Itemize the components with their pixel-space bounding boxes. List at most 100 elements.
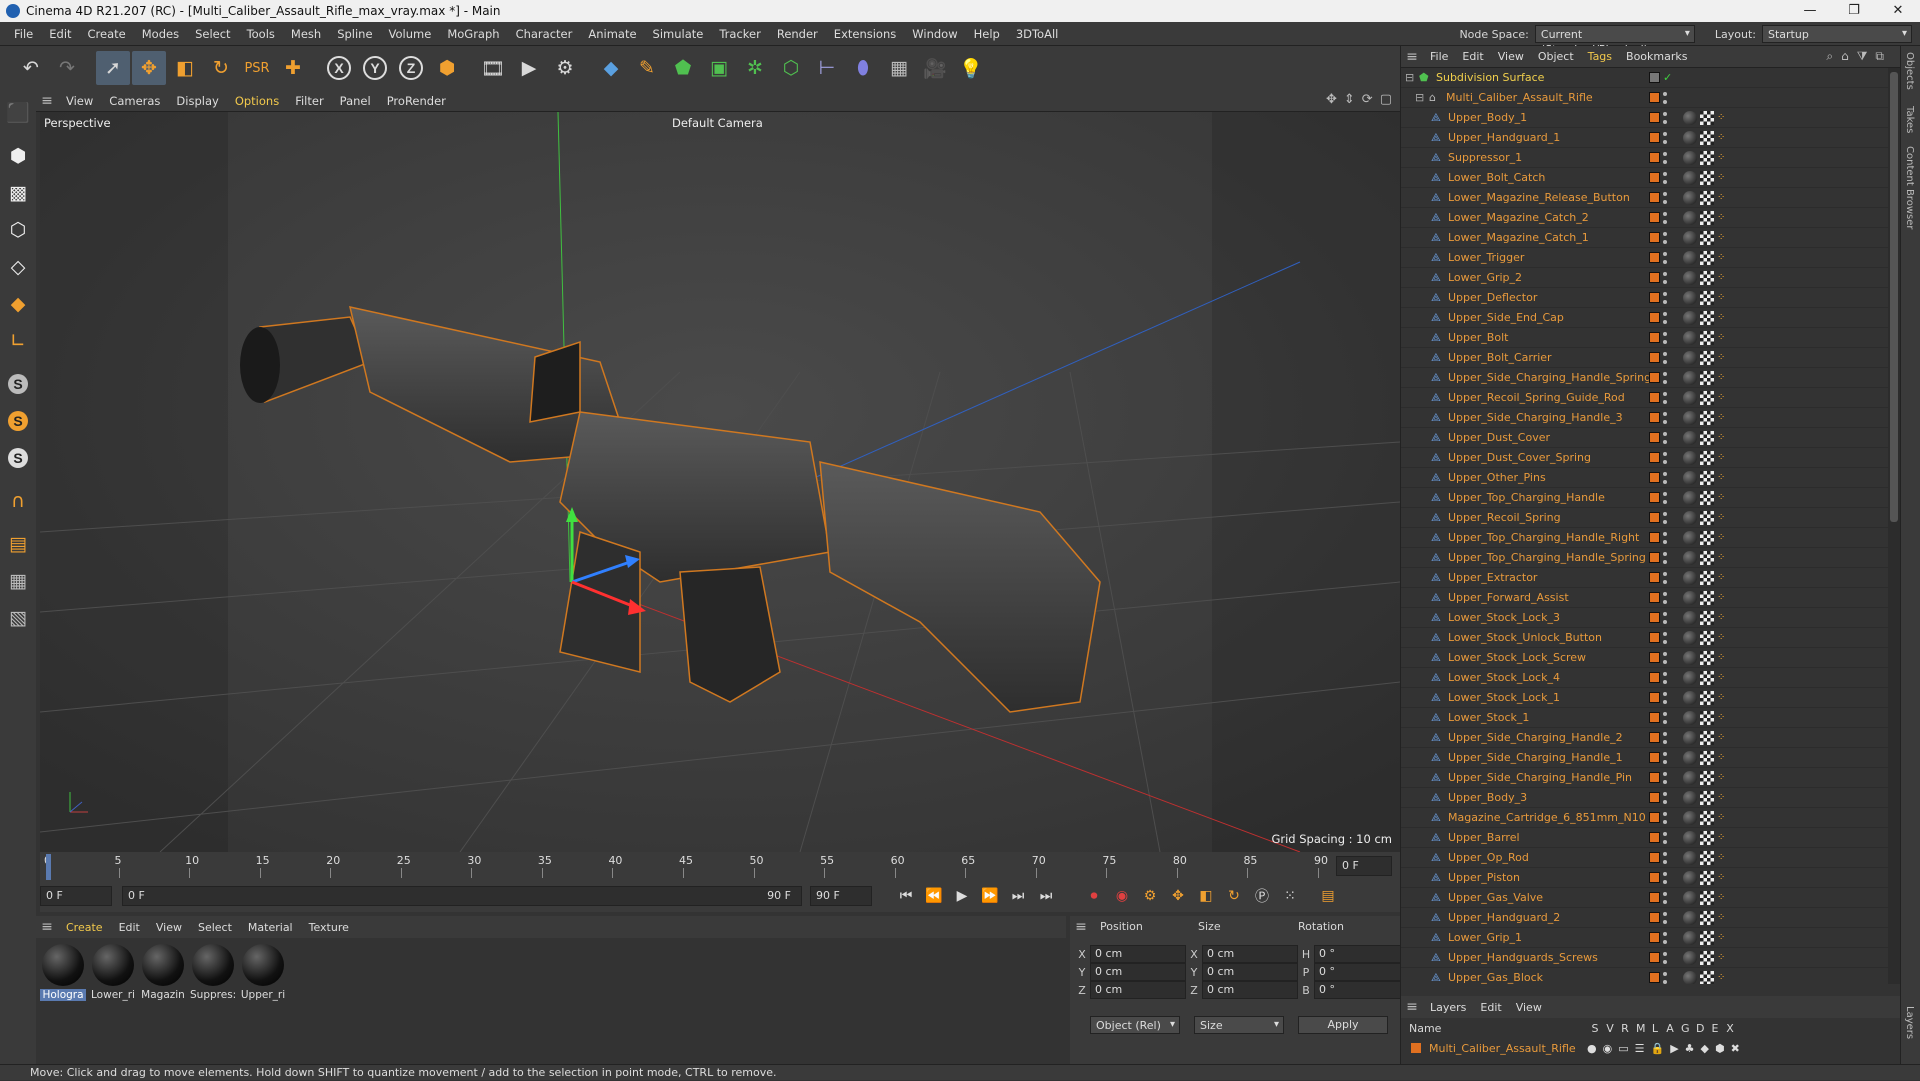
visibility-dots[interactable] (1663, 451, 1667, 464)
texture-tag-icon[interactable] (1700, 590, 1714, 605)
object-menu-bookmarks[interactable]: Bookmarks (1619, 50, 1694, 63)
tree-row[interactable]: ⟁ Upper_Recoil_Spring ⁘ (1401, 508, 1889, 528)
layer-swatch[interactable] (1649, 492, 1660, 503)
layer-swatch[interactable] (1649, 832, 1660, 843)
texture-tag-icon[interactable] (1700, 750, 1714, 765)
layer-color-swatch[interactable] (1411, 1043, 1421, 1053)
selection-tag-icon[interactable]: ⁘ (1717, 431, 1727, 445)
preview-range-slider[interactable]: 0 F 90 F (122, 886, 802, 906)
move-icon[interactable]: ✥ (132, 51, 166, 85)
material-tag-icon[interactable] (1683, 810, 1697, 825)
selection-tag-icon[interactable]: ⁘ (1717, 491, 1727, 505)
material-tag-icon[interactable] (1683, 350, 1697, 365)
tree-row[interactable]: ⟁ Lower_Stock_Lock_Screw ⁘ (1401, 648, 1889, 668)
select-arrow-icon[interactable]: ➚ (96, 51, 130, 85)
texture-tag-icon[interactable] (1700, 730, 1714, 745)
light-icon[interactable]: 💡 (954, 51, 988, 85)
viewport-menu-display[interactable]: Display (168, 94, 226, 108)
layer-swatch[interactable] (1649, 872, 1660, 883)
visibility-dots[interactable] (1663, 631, 1667, 644)
layer-swatch[interactable] (1649, 472, 1660, 483)
tree-row[interactable]: ⟁ Upper_Piston ⁘ (1401, 868, 1889, 888)
material-swatch[interactable]: Upper_ri (240, 944, 286, 1001)
rotation-field[interactable]: 0 ° (1314, 963, 1410, 981)
menu-item-create[interactable]: Create (80, 27, 134, 41)
texture-tag-icon[interactable] (1700, 170, 1714, 185)
tree-row[interactable]: ⟁ Lower_Stock_Lock_1 ⁘ (1401, 688, 1889, 708)
menu-item-tracker[interactable]: Tracker (711, 27, 769, 41)
texture-tag-icon[interactable] (1700, 390, 1714, 405)
texture-tag-icon[interactable] (1700, 930, 1714, 945)
object-menu-object[interactable]: Object (1531, 50, 1581, 63)
home-icon[interactable]: ⌂ (1841, 49, 1849, 64)
tree-row[interactable]: ⟁ Upper_Side_Charging_Handle_2 ⁘ (1401, 728, 1889, 748)
layer-swatch[interactable] (1649, 892, 1660, 903)
selection-tag-icon[interactable]: ⁘ (1717, 391, 1727, 405)
visibility-dots[interactable] (1663, 391, 1667, 404)
texture-tag-icon[interactable] (1700, 510, 1714, 525)
layer-swatch[interactable] (1649, 152, 1660, 163)
selection-tag-icon[interactable]: ⁘ (1717, 811, 1727, 825)
texture-tag-icon[interactable] (1700, 870, 1714, 885)
layer-swatch[interactable] (1649, 72, 1660, 83)
selection-tag-icon[interactable]: ⁘ (1717, 191, 1727, 205)
layer-swatch[interactable] (1649, 692, 1660, 703)
toggle-view-icon[interactable]: ▢ (1380, 92, 1392, 107)
tree-row[interactable]: ⟁ Upper_Gas_Block ⁘ (1401, 968, 1889, 984)
tree-row[interactable]: ⟁ Upper_Side_Charging_Handle_1 ⁘ (1401, 748, 1889, 768)
selection-tag-icon[interactable]: ⁘ (1717, 931, 1727, 945)
material-tag-icon[interactable] (1683, 510, 1697, 525)
visibility-dots[interactable] (1663, 751, 1667, 764)
material-tag-icon[interactable] (1683, 210, 1697, 225)
tree-row[interactable]: ⟁ Upper_Bolt_Carrier ⁘ (1401, 348, 1889, 368)
selection-tag-icon[interactable]: ⁘ (1717, 211, 1727, 225)
selection-tag-icon[interactable]: ⁘ (1717, 791, 1727, 805)
layer-swatch[interactable] (1649, 672, 1660, 683)
visibility-dots[interactable] (1663, 711, 1667, 724)
layer-swatch[interactable] (1649, 192, 1660, 203)
size-mode-dropdown[interactable]: Size (1194, 1016, 1284, 1034)
selection-tag-icon[interactable]: ⁘ (1717, 171, 1727, 185)
current-frame-field[interactable]: 0 F (1336, 856, 1392, 876)
layer-swatch[interactable] (1649, 552, 1660, 563)
viewport-menu-prorender[interactable]: ProRender (379, 94, 454, 108)
layer-swatch[interactable] (1649, 952, 1660, 963)
expressions-icon[interactable]: ⬢ (1715, 1042, 1725, 1055)
tree-row[interactable]: ⟁ Upper_Side_Charging_Handle_Pin ⁘ (1401, 768, 1889, 788)
tree-row[interactable]: ⟁ Lower_Grip_2 ⁘ (1401, 268, 1889, 288)
layer-swatch[interactable] (1649, 372, 1660, 383)
menu-item-animate[interactable]: Animate (580, 27, 644, 41)
selection-tag-icon[interactable]: ⁘ (1717, 771, 1727, 785)
maximize-button[interactable]: ❐ (1832, 0, 1876, 22)
tree-row[interactable]: ⟁ Lower_Magazine_Release_Button ⁘ (1401, 188, 1889, 208)
objects-tab[interactable]: Objects (1904, 52, 1915, 90)
layer-swatch[interactable] (1649, 712, 1660, 723)
texture-tag-icon[interactable] (1700, 450, 1714, 465)
object-scrollbar[interactable] (1888, 68, 1900, 984)
material-tag-icon[interactable] (1683, 750, 1697, 765)
cube-icon[interactable]: ◆ (594, 51, 628, 85)
viewport-camera-label[interactable]: Default Camera (672, 116, 763, 130)
selection-tag-icon[interactable]: ⁘ (1717, 711, 1727, 725)
texture-tag-icon[interactable] (1700, 270, 1714, 285)
axis-mode-icon[interactable]: ∟ (2, 324, 34, 357)
material-tag-icon[interactable] (1683, 710, 1697, 725)
visibility-dots[interactable] (1663, 371, 1667, 384)
texture-tag-icon[interactable] (1700, 550, 1714, 565)
material-tag-icon[interactable] (1683, 370, 1697, 385)
layer-swatch[interactable] (1649, 912, 1660, 923)
material-menu-edit[interactable]: Edit (111, 921, 148, 934)
material-tag-icon[interactable] (1683, 610, 1697, 625)
layer-menu-edit[interactable]: Edit (1473, 1001, 1508, 1014)
menu-item-volume[interactable]: Volume (381, 27, 440, 41)
camera-icon[interactable]: 🎥 (918, 51, 952, 85)
material-tag-icon[interactable] (1683, 310, 1697, 325)
material-tag-icon[interactable] (1683, 190, 1697, 205)
layer-swatch[interactable] (1649, 752, 1660, 763)
visibility-dots[interactable] (1663, 491, 1667, 504)
layer-swatch[interactable] (1649, 432, 1660, 443)
texture-tag-icon[interactable] (1700, 470, 1714, 485)
visibility-dots[interactable] (1663, 851, 1667, 864)
texture-tag-icon[interactable] (1700, 650, 1714, 665)
material-tag-icon[interactable] (1683, 150, 1697, 165)
